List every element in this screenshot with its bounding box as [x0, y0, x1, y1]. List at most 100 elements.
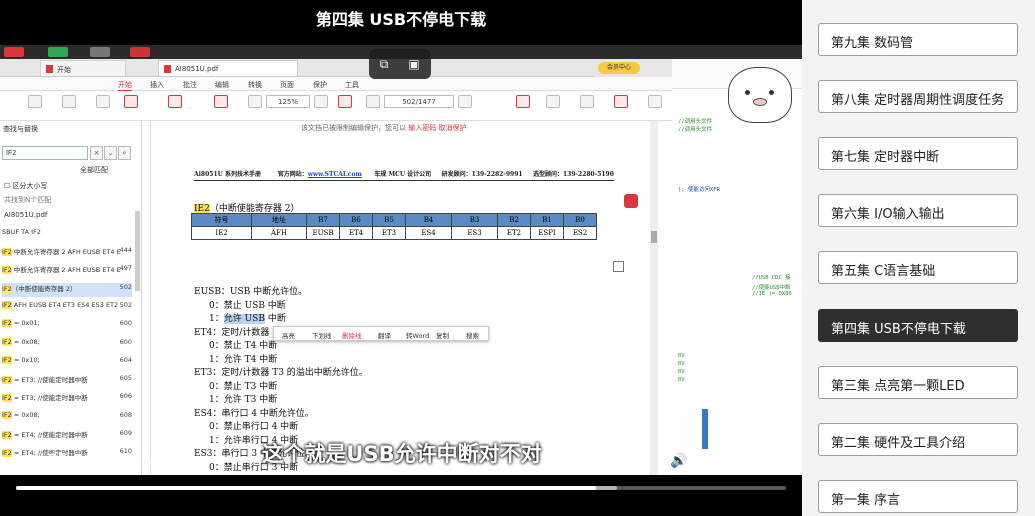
zoom-level[interactable]: 125%	[266, 95, 310, 108]
page-number-field[interactable]: 502/1477	[384, 95, 454, 108]
tab-home[interactable]: 开始	[40, 60, 126, 76]
tab-pdf-file[interactable]: AI8051U.pdf	[158, 60, 298, 76]
selection-copy-button[interactable]: 复制	[436, 330, 449, 340]
insert-icon[interactable]	[96, 95, 110, 108]
menu-item-tools[interactable]: 工具	[345, 80, 359, 90]
video-player[interactable]: 第四集 USB不停电下载 开始 AI8051U.pdf 会员中心 开始 插入 批…	[0, 0, 802, 516]
panel-scrollbar[interactable]	[135, 211, 140, 291]
prev-page-icon[interactable]	[366, 95, 380, 108]
volume-icon[interactable]: 🔊	[670, 452, 690, 470]
menu-item-insert[interactable]: 插入	[150, 80, 164, 90]
doc-text-line: 1：允许 USB 中断	[209, 311, 286, 324]
table-header-cell: B3	[451, 213, 498, 227]
result-page: 497	[119, 264, 132, 273]
episode-item[interactable]: 第四集 USB不停电下载	[818, 308, 1018, 342]
unlock-link[interactable]: 输入密码 取消保护	[408, 124, 466, 132]
search-result-row[interactable]: IF2 中断允许寄存器 2 AFH EUSB ET4 E 497	[2, 264, 132, 278]
selected-text[interactable]: 允许 USB	[223, 314, 265, 324]
video-frame[interactable]: 开始 AI8051U.pdf 会员中心 开始 插入 批注 编辑 转换 页面 保护…	[0, 45, 802, 475]
episode-item[interactable]: 第一集 序言	[818, 479, 1018, 513]
result-row-top[interactable]: SBUF TA IF2	[2, 228, 132, 242]
doc-scrollbar-thumb[interactable]	[651, 231, 657, 243]
next-page-icon[interactable]	[458, 95, 472, 108]
case-sensitive-checkbox[interactable]: ☐ 区分大小写	[4, 181, 48, 191]
menu-item-start[interactable]: 开始	[118, 80, 132, 91]
floating-tool-icon[interactable]	[624, 194, 638, 208]
table-cell: IE2	[191, 226, 252, 240]
member-center-button[interactable]: 会员中心	[598, 62, 640, 74]
more-icon[interactable]: ⋮	[764, 452, 782, 470]
episode-item[interactable]: 第五集 C语言基础	[818, 251, 1018, 285]
pdf-toolbar: 125% 502/1477	[0, 91, 672, 121]
search-result-row[interactable]: IF2 = 0x08; 600	[2, 337, 132, 352]
search-result-row[interactable]: IF2 = 0x01; 600	[2, 319, 132, 333]
chevron-down-icon[interactable]: ⌄	[104, 146, 117, 160]
search-result-row[interactable]: IF2 = ET4; //使能定时器中断 609	[2, 429, 132, 443]
ide-scrollbar[interactable]	[702, 409, 708, 449]
result-text: SBUF TA IF2	[2, 228, 41, 236]
search-result-row[interactable]: IF2 = ET3; //使能定时器中断 606	[2, 392, 132, 406]
search-result-row[interactable]: IF2 中断允许寄存器 2 AFH EUSB ET4 E 444	[2, 246, 132, 260]
pdf-to-excel-icon[interactable]	[168, 95, 182, 108]
match-all-option[interactable]: 全部匹配	[80, 165, 108, 175]
table-tool-icon[interactable]	[613, 261, 624, 272]
screenshot-icon[interactable]	[516, 95, 530, 108]
play-icon[interactable]: ▶	[16, 452, 32, 470]
search-result-row[interactable]: IF2 = ET3; //使能定时器中断 605	[2, 374, 132, 388]
episode-item[interactable]: 第六集 I/O输入输出	[818, 194, 1018, 228]
menu-item-comment[interactable]: 批注	[183, 80, 197, 90]
search-result-row[interactable]: IF2 = 0x08; 608	[2, 410, 132, 425]
selection-translate-button[interactable]: 翻译	[378, 330, 391, 340]
compare-icon[interactable]	[546, 95, 560, 108]
zoom-in-icon[interactable]	[314, 95, 328, 108]
search-result-row[interactable]: IF2 AFH EUSB ET4 ET3 ES4 ES3 ET2 502	[2, 300, 132, 315]
app-icon	[48, 47, 68, 57]
pdf-to-ppt-icon[interactable]	[214, 95, 228, 108]
result-page: 604	[119, 355, 132, 364]
doc-scrollbar[interactable]	[650, 121, 658, 475]
table-cell: ES3	[451, 226, 498, 240]
result-hit: IF2	[2, 394, 12, 403]
slideshow-icon[interactable]	[614, 95, 628, 108]
clear-icon[interactable]: ×	[90, 146, 103, 160]
menu-item-protect[interactable]: 保护	[313, 80, 327, 90]
selection-search-button[interactable]: 搜索	[466, 330, 479, 340]
search-result-row[interactable]: IF2 = 0x10; 604	[2, 355, 132, 370]
screenshot-play-icon[interactable]: ▣	[405, 55, 423, 73]
selection-highlight-button[interactable]: 高亮	[282, 330, 295, 340]
episode-item[interactable]: 第七集 定时器中断	[818, 137, 1018, 171]
episode-item[interactable]: 第三集 点亮第一颗LED	[818, 365, 1018, 399]
menu-item-page[interactable]: 页面	[280, 80, 294, 90]
rotate-icon[interactable]	[338, 95, 352, 108]
menu-item-edit[interactable]: 编辑	[215, 80, 229, 90]
selection-underline-button[interactable]: 下划线	[312, 330, 332, 340]
site-link[interactable]: www.STCAI.com	[308, 171, 362, 178]
search-result-row[interactable]: IF2（中断使能寄存器 2） 502	[2, 282, 132, 297]
selection-to-word-button[interactable]: 转Word	[406, 330, 429, 340]
code-line: //IE |= 0X80	[752, 291, 792, 297]
pdf-to-word-icon[interactable]	[124, 95, 138, 108]
episode-item[interactable]: 第二集 硬件及工具介绍	[818, 422, 1018, 456]
open-icon[interactable]	[28, 95, 42, 108]
result-text: = 0x08;	[11, 410, 40, 419]
search-panel-title: 查找与替换	[3, 125, 38, 133]
mascot-nose	[753, 98, 767, 106]
pip-icon[interactable]: ⧉	[375, 55, 393, 73]
crop-icon[interactable]	[580, 95, 594, 108]
episode-item[interactable]: 第九集 数码管	[818, 23, 1018, 56]
zoom-out-icon[interactable]	[248, 95, 262, 108]
edit-icon[interactable]	[62, 95, 76, 108]
progress-bar[interactable]	[16, 486, 786, 490]
selection-strikethrough-button[interactable]: 删除线	[342, 330, 362, 340]
fullscreen-icon[interactable]: ⛶	[720, 452, 738, 470]
table-header-row: 符号 地址 B7 B6 B5 B4 B3 B2 B1 B0	[191, 213, 597, 227]
result-text: = ET3; //使能定时器中断	[11, 376, 88, 385]
menu-item-convert[interactable]: 转换	[248, 80, 262, 90]
doc-header-title: Ai8051U 系列技术手册	[194, 171, 261, 178]
search-input[interactable]	[2, 146, 88, 160]
overlay-controls: ⧉ ▣	[369, 49, 431, 79]
episode-item[interactable]: 第八集 定时器周期性调度任务	[818, 80, 1018, 114]
search-icon[interactable]: ⌕	[118, 146, 131, 160]
selection-toolbar: 高亮 下划线 删除线 翻译 转Word 复制 搜索	[273, 326, 489, 341]
image-to-text-icon[interactable]	[648, 95, 662, 108]
